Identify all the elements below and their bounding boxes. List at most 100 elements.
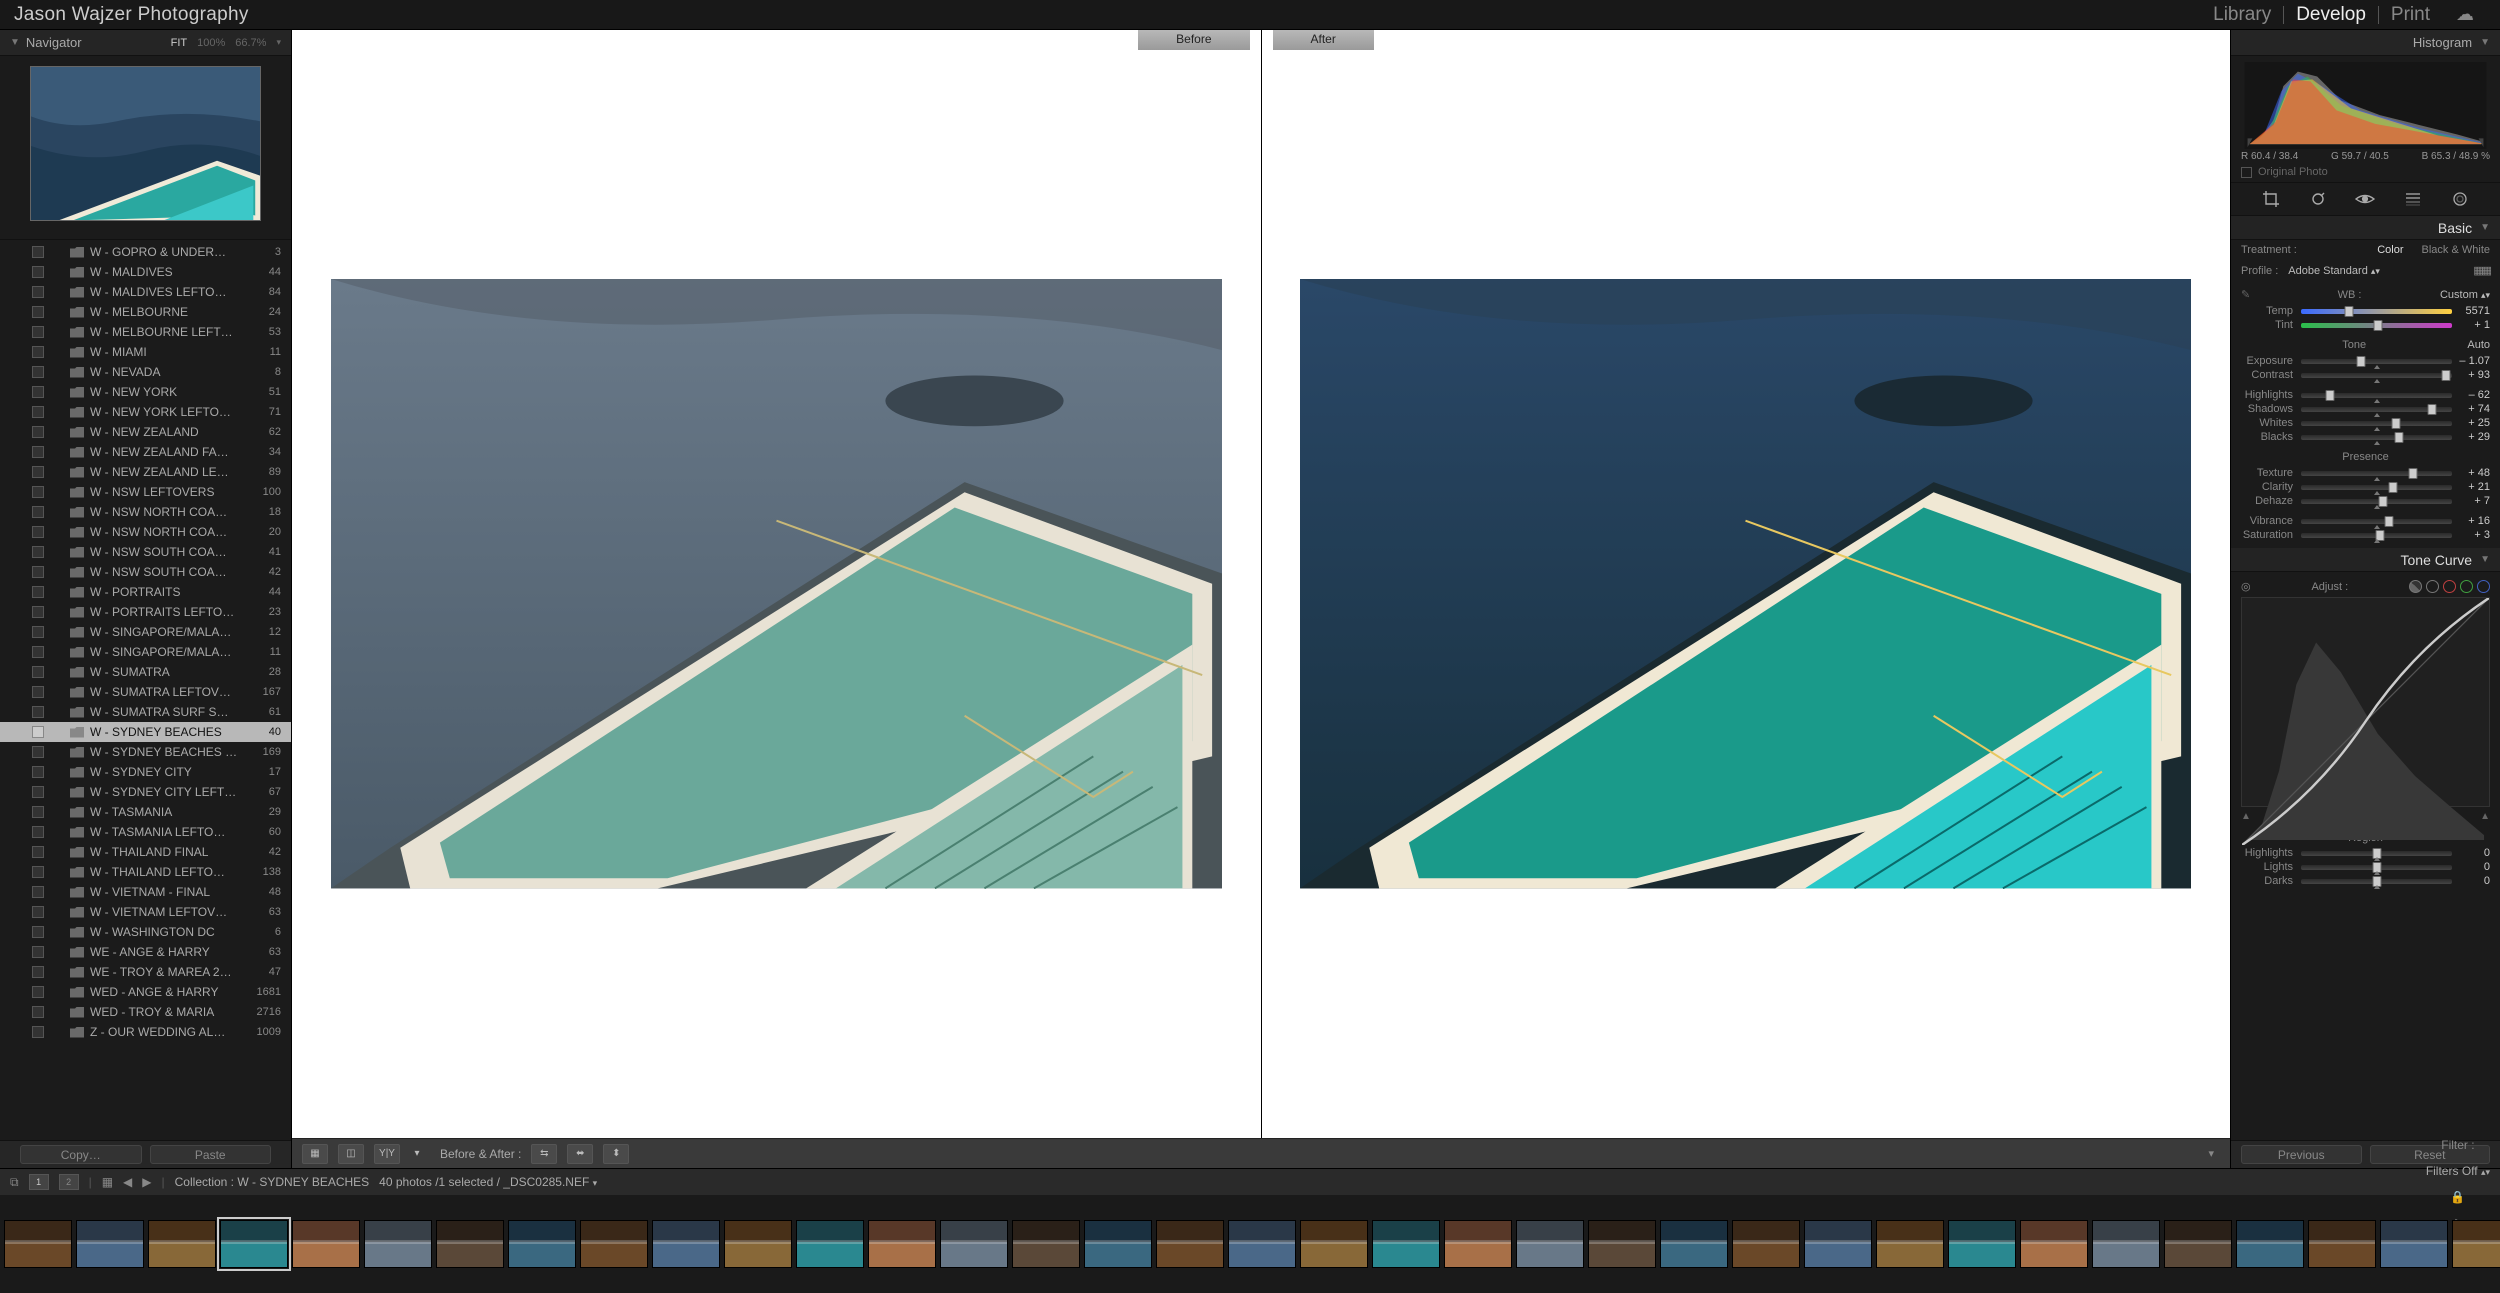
- collection-item[interactable]: W - NSW SOUTH COA…41: [0, 542, 291, 562]
- collection-item[interactable]: W - SYDNEY BEACHES …169: [0, 742, 291, 762]
- collection-item[interactable]: W - NEW YORK LEFTO…71: [0, 402, 291, 422]
- paste-button[interactable]: Paste: [150, 1145, 272, 1164]
- collection-item[interactable]: W - NSW NORTH COA…20: [0, 522, 291, 542]
- slider-track[interactable]: [2301, 435, 2452, 440]
- prev-photo-icon[interactable]: ◀: [123, 1175, 132, 1189]
- profile-browser-icon[interactable]: ▦▦: [2473, 264, 2490, 277]
- filmstrip-thumbnail[interactable]: [364, 1220, 432, 1268]
- slider-value[interactable]: 0: [2452, 875, 2490, 887]
- tonecurve-graph[interactable]: [2241, 597, 2490, 807]
- filmstrip-thumbnail[interactable]: [1444, 1220, 1512, 1268]
- filmstrip-thumbnail[interactable]: [1948, 1220, 2016, 1268]
- filmstrip-thumbnail[interactable]: [1300, 1220, 1368, 1268]
- tonecurve-panel-header[interactable]: Tone Curve ▼: [2231, 548, 2500, 572]
- zoom-fit[interactable]: FIT: [171, 37, 188, 49]
- cloud-sync-icon[interactable]: ☁: [2442, 4, 2486, 25]
- collection-item[interactable]: W - SINGAPORE/MALA…12: [0, 622, 291, 642]
- collection-item[interactable]: W - PORTRAITS44: [0, 582, 291, 602]
- filmstrip-thumbnail[interactable]: [1804, 1220, 1872, 1268]
- slider-track[interactable]: [2301, 359, 2452, 364]
- after-pane[interactable]: After: [1261, 30, 2231, 1138]
- collection-item[interactable]: Z - OUR WEDDING AL…1009: [0, 1022, 291, 1042]
- before-after-toggle-icon[interactable]: Y|Y: [374, 1144, 400, 1164]
- slider-track[interactable]: [2301, 309, 2452, 314]
- auto-tone-button[interactable]: Auto: [2467, 339, 2490, 351]
- collection-item[interactable]: W - MELBOURNE24: [0, 302, 291, 322]
- slider-track[interactable]: [2301, 499, 2452, 504]
- filmstrip-thumbnail[interactable]: [2308, 1220, 2376, 1268]
- collection-item[interactable]: W - SYDNEY CITY LEFT…67: [0, 782, 291, 802]
- slider-value[interactable]: – 1.07: [2452, 355, 2490, 367]
- slider-value[interactable]: + 1: [2452, 319, 2490, 331]
- slider-track[interactable]: [2301, 533, 2452, 538]
- collection-item[interactable]: W - THAILAND LEFTO…138: [0, 862, 291, 882]
- slider-value[interactable]: + 21: [2452, 481, 2490, 493]
- slider-track[interactable]: [2301, 879, 2452, 884]
- spot-removal-icon[interactable]: [2307, 188, 2329, 210]
- collection-item[interactable]: W - NEVADA8: [0, 362, 291, 382]
- compare-view-icon[interactable]: ◫: [338, 1144, 364, 1164]
- zoom-100[interactable]: 100%: [197, 37, 225, 49]
- collection-item[interactable]: WED - ANGE & HARRY1681: [0, 982, 291, 1002]
- collection-item[interactable]: W - SINGAPORE/MALA…11: [0, 642, 291, 662]
- curve-channel-green-icon[interactable]: [2460, 580, 2473, 593]
- collection-item[interactable]: W - GOPRO & UNDER…3: [0, 242, 291, 262]
- collection-item[interactable]: WED - TROY & MARIA2716: [0, 1002, 291, 1022]
- graduated-filter-icon[interactable]: [2402, 188, 2424, 210]
- filmstrip-thumbnail[interactable]: [1372, 1220, 1440, 1268]
- collection-item[interactable]: WE - ANGE & HARRY63: [0, 942, 291, 962]
- crop-tool-icon[interactable]: [2260, 188, 2282, 210]
- eyedropper-icon[interactable]: ✎: [2241, 288, 2257, 301]
- treatment-bw[interactable]: Black & White: [2422, 244, 2490, 256]
- collection-item[interactable]: WE - TROY & MAREA 2…47: [0, 962, 291, 982]
- filmstrip-thumbnail[interactable]: [940, 1220, 1008, 1268]
- slider-value[interactable]: + 16: [2452, 515, 2490, 527]
- copy-after-settings-icon[interactable]: ⬍: [603, 1144, 629, 1164]
- slider-value[interactable]: + 25: [2452, 417, 2490, 429]
- filmstrip-thumbnail[interactable]: [2380, 1220, 2448, 1268]
- slider-track[interactable]: [2301, 421, 2452, 426]
- slider-value[interactable]: – 62: [2452, 389, 2490, 401]
- collection-item[interactable]: W - NEW ZEALAND LE…89: [0, 462, 291, 482]
- collection-item[interactable]: W - PORTRAITS LEFTO…23: [0, 602, 291, 622]
- nav-print[interactable]: Print: [2379, 4, 2442, 26]
- filmstrip-thumbnail[interactable]: [148, 1220, 216, 1268]
- filmstrip-thumbnail[interactable]: [1732, 1220, 1800, 1268]
- slider-track[interactable]: [2301, 519, 2452, 524]
- slider-track[interactable]: [2301, 865, 2452, 870]
- collection-item[interactable]: W - MELBOURNE LEFT…53: [0, 322, 291, 342]
- filmstrip-thumbnail[interactable]: [2092, 1220, 2160, 1268]
- copy-before-settings-icon[interactable]: ⬌: [567, 1144, 593, 1164]
- slider-track[interactable]: [2301, 393, 2452, 398]
- collection-item[interactable]: W - MIAMI11: [0, 342, 291, 362]
- collection-item[interactable]: W - TASMANIA29: [0, 802, 291, 822]
- profile-picker[interactable]: Adobe Standard ▴▾: [2288, 265, 2463, 277]
- basic-panel-header[interactable]: Basic ▼: [2231, 216, 2500, 240]
- slider-track[interactable]: [2301, 851, 2452, 856]
- filmstrip-thumbnail[interactable]: [2452, 1220, 2500, 1268]
- zoom-menu-icon[interactable]: ▾: [276, 37, 281, 49]
- collection-item[interactable]: W - SYDNEY BEACHES40: [0, 722, 291, 742]
- slider-value[interactable]: + 93: [2452, 369, 2490, 381]
- collection-item[interactable]: W - MALDIVES LEFTO…84: [0, 282, 291, 302]
- collection-item[interactable]: W - SUMATRA SURF S…61: [0, 702, 291, 722]
- navigator-header[interactable]: ▼ Navigator FIT 100% 66.7% ▾: [0, 30, 291, 56]
- slider-track[interactable]: [2301, 407, 2452, 412]
- view-menu-icon[interactable]: ▾: [410, 1144, 424, 1164]
- curve-channel-param-icon[interactable]: [2409, 580, 2422, 593]
- collection-item[interactable]: W - VIETNAM - FINAL48: [0, 882, 291, 902]
- filmstrip-thumbnail[interactable]: [508, 1220, 576, 1268]
- wb-preset-menu[interactable]: Custom ▴▾: [2440, 289, 2490, 301]
- filmstrip-thumbnail[interactable]: [2164, 1220, 2232, 1268]
- screen-2-icon[interactable]: 2: [59, 1174, 79, 1190]
- filmstrip-thumbnail[interactable]: [2020, 1220, 2088, 1268]
- collection-item[interactable]: W - TASMANIA LEFTO…60: [0, 822, 291, 842]
- navigator-preview[interactable]: [0, 56, 291, 239]
- curve-channel-rgb-icon[interactable]: [2426, 580, 2439, 593]
- loupe-view-icon[interactable]: ▦: [302, 1144, 328, 1164]
- collection-item[interactable]: W - MALDIVES44: [0, 262, 291, 282]
- slider-value[interactable]: 0: [2452, 861, 2490, 873]
- curve-channel-blue-icon[interactable]: [2477, 580, 2490, 593]
- collection-item[interactable]: W - WASHINGTON DC6: [0, 922, 291, 942]
- collection-item[interactable]: W - NEW YORK51: [0, 382, 291, 402]
